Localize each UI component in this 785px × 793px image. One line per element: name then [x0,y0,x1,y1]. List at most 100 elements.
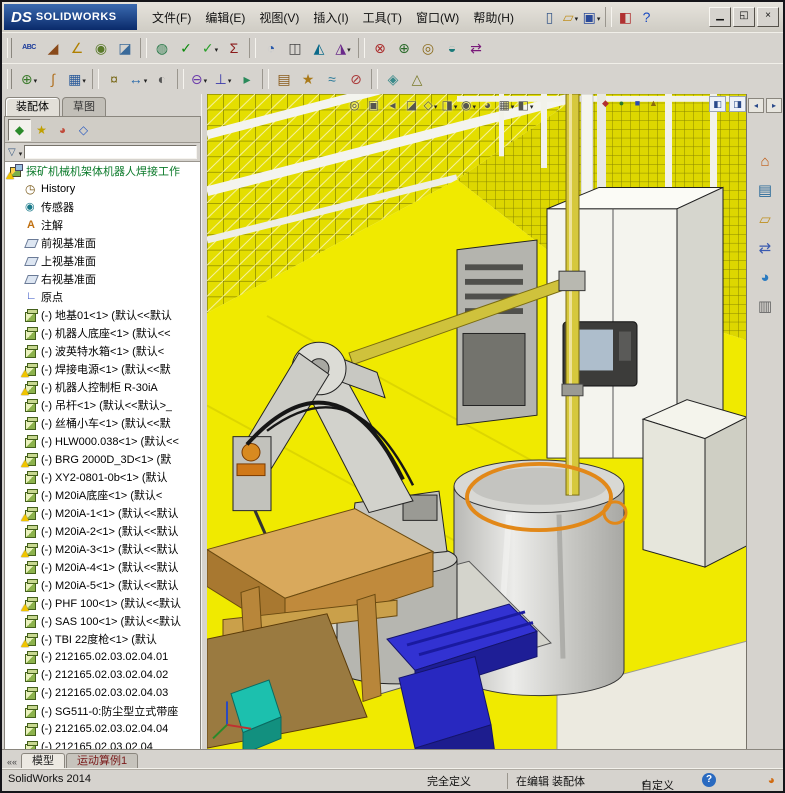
dropdown-caret-icon[interactable] [529,96,534,114]
motion-study-icon[interactable]: ▸ [235,67,259,91]
dropdown-caret-icon[interactable] [596,8,601,26]
dropdown-caret-icon[interactable] [510,96,515,114]
solidworks-resources-icon[interactable]: ⌂ [753,151,777,172]
mass-properties-icon[interactable]: ◉ [89,36,113,60]
tree-item[interactable]: (-) 丝桶小车<1> (默认<<默 [5,414,200,432]
tree-item[interactable]: (-) 212165.02.03.02.04 [5,738,200,749]
clearance-verification-icon[interactable]: ⊕ [392,36,416,60]
dropdown-caret-icon[interactable] [574,8,579,26]
zebra-stripes-icon[interactable]: ◫ [283,36,307,60]
dropdown-caret-icon[interactable] [203,70,208,88]
move-component-icon[interactable]: ↔ [126,67,150,91]
toggle-taskpane-icon[interactable]: ◨ [729,96,746,112]
status-sw-icon[interactable]: ◕ [768,773,775,787]
tree-item[interactable]: (-) M20iA-5<1> (默认<<默认 [5,576,200,594]
view-palette-icon[interactable]: ⇄ [753,238,777,259]
tree-item[interactable]: (-) PHF 100<1> (默认<<默认 [5,594,200,612]
menu-item[interactable]: 插入(I) [306,5,355,30]
tree-item[interactable]: (-) 212165.02.03.02.04.04 [5,720,200,738]
tree-item[interactable]: 前视基准面 [5,234,200,252]
minimize-button[interactable]: ▁ [709,7,731,27]
menu-item[interactable]: 编辑(E) [198,5,252,30]
tree-item[interactable]: History [5,180,200,198]
compare-icon[interactable]: ⇄ [464,36,488,60]
menu-item[interactable]: 窗口(W) [409,5,466,30]
show-hidden-icon[interactable]: ◐ [150,67,174,91]
edit-appearance-icon[interactable]: ◕ [478,96,497,113]
tree-item[interactable]: (-) M20iA底座<1> (默认< [5,486,200,504]
dropdown-caret-icon[interactable] [346,39,351,57]
assembly-3d-scene[interactable] [207,94,747,750]
hide-show-items-icon[interactable]: ◉ [459,96,478,113]
undercut-analysis-icon[interactable]: ◮ [331,36,355,60]
appearances-icon[interactable]: ◕ [753,267,777,288]
taskpane-pin-icon[interactable]: ◂ [748,98,764,113]
tree-item[interactable]: (-) BRG 2000D_3D<1> (默 [5,450,200,468]
tree-item[interactable]: (-) M20iA-1<1> (默认<<默认 [5,504,200,522]
tree-item[interactable]: (-) SAS 100<1> (默认<<默认 [5,612,200,630]
dropdown-caret-icon[interactable] [81,70,86,88]
menu-item[interactable]: 工具(T) [356,5,409,30]
interference-icon[interactable]: ⊘ [344,67,368,91]
tree-item[interactable]: (-) 焊接电源<1> (默认<<默 [5,360,200,378]
previous-view-icon[interactable]: ◂ [383,96,402,113]
quick-snaps-icon[interactable]: ◆ [599,97,612,110]
zoom-area-icon[interactable]: ▣ [364,96,383,113]
viewport-3d[interactable]: ◎ ▣ ◂ ◪ ◇ ◨ ◉ ◕ ▦ ◧ ◆ [207,94,747,750]
dropdown-caret-icon[interactable] [433,96,438,114]
menu-item[interactable]: 文件(F) [145,5,198,30]
tree-item[interactable]: (-) 212165.02.03.02.04.02 [5,666,200,684]
bill-of-materials-icon[interactable]: ▤ [272,67,296,91]
tab-motion-study[interactable]: 运动算例1 [66,753,139,769]
quick-grid-icon[interactable]: ● [615,97,628,110]
tree-item[interactable]: (-) HLW000.038<1> (默认<< [5,432,200,450]
help-icon[interactable]: ? [636,7,657,28]
tab-assembly[interactable]: 装配体 [5,97,60,116]
section-properties-icon[interactable]: ◪ [113,36,137,60]
dropdown-caret-icon[interactable] [471,96,476,114]
new-document-icon[interactable]: ▯ [539,7,560,28]
tree-item[interactable]: 注解 [5,216,200,234]
tree-item[interactable]: (-) M20iA-4<1> (默认<<默认 [5,558,200,576]
instant3d-icon[interactable]: △ [405,67,429,91]
exploded-view-icon[interactable]: ★ [296,67,320,91]
toolbar-grip[interactable] [7,68,12,89]
view-orientation-icon[interactable]: ◇ [421,96,440,113]
filter-funnel-icon[interactable]: ▽ [8,147,16,158]
tree-item[interactable]: 原点 [5,288,200,306]
draft-analysis-icon[interactable]: ◭ [307,36,331,60]
filter-input[interactable] [24,145,197,159]
insert-component-icon[interactable]: ⊕ [17,67,41,91]
equations-icon[interactable]: Σ [222,36,246,60]
quick-settings-icon[interactable]: ▲ [647,97,660,110]
dropdown-caret-icon[interactable] [143,70,148,88]
dimxpert-tab[interactable]: ◇ [73,120,94,140]
file-explorer-icon[interactable]: ▱ [753,209,777,230]
interference-detection-icon[interactable]: ⊗ [368,36,392,60]
tree-item[interactable]: (-) SG511-0:防尘型立式带座 [5,702,200,720]
design-library-icon[interactable]: ▤ [753,180,777,201]
view-settings-icon[interactable]: ◧ [516,96,535,113]
tree-item[interactable]: (-) M20iA-2<1> (默认<<默认 [5,522,200,540]
tree-item[interactable]: (-) 地基01<1> (默认<<默认 [5,306,200,324]
large-design-review-icon[interactable]: ◈ [381,67,405,91]
reference-geometry-icon[interactable]: ⊥ [211,67,235,91]
smart-fasteners-icon[interactable]: ¤ [102,67,126,91]
tree-item[interactable]: (-) XY2-0801-0b<1> (默认 [5,468,200,486]
featuremanager-tab[interactable]: ◆ [8,118,31,141]
measure-icon[interactable]: ∠ [65,36,89,60]
toggle-featuremanager-icon[interactable]: ◧ [709,96,726,112]
tree-item[interactable]: (-) 吊杆<1> (默认<<默认>_ [5,396,200,414]
open-icon[interactable]: ▱ [560,7,581,28]
configurationmanager-tab[interactable]: ◕ [52,120,73,140]
section-view-icon[interactable]: ◪ [402,96,421,113]
tree-item[interactable]: 右视基准面 [5,270,200,288]
tree-item[interactable]: (-) 波英特水箱<1> (默认< [5,342,200,360]
restore-button[interactable]: ◱ [733,7,755,27]
tree-item[interactable]: (-) 212165.02.03.02.04.03 [5,684,200,702]
tree-item[interactable]: (-) 212165.02.03.02.04.01 [5,648,200,666]
status-help-icon[interactable]: ? [702,773,716,787]
tree-item[interactable]: (-) 机器人控制柜 R-30iA [5,378,200,396]
tree-item[interactable]: (-) TBI 22度枪<1> (默认 [5,630,200,648]
curvature-icon[interactable]: ◔ [259,36,283,60]
